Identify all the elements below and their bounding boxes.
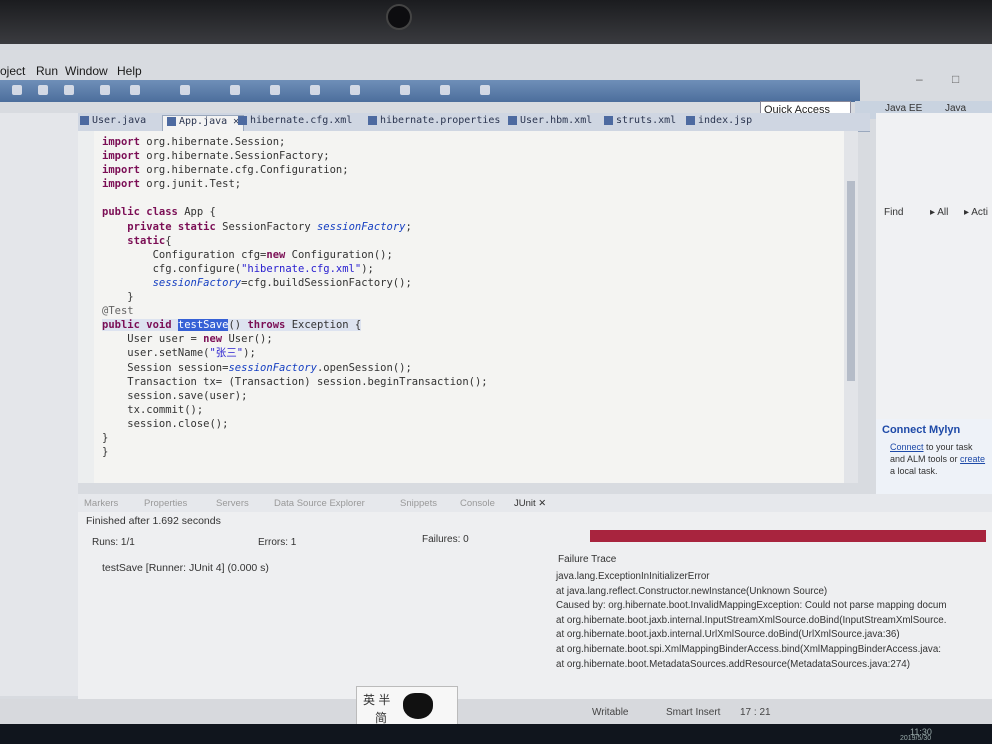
status-writable: Writable (592, 707, 629, 718)
tab-junit[interactable]: JUnit ✕ (514, 498, 546, 509)
source-code[interactable]: import org.hibernate.Session; import org… (102, 135, 488, 459)
windows-taskbar: 11:30 2019/5/30 (0, 724, 992, 744)
tab-hibernate-properties[interactable]: hibernate.properties (368, 115, 500, 130)
editor-tab-bar: User.java App.java ✕ hibernate.cfg.xml h… (78, 113, 870, 132)
main-toolbar (0, 80, 860, 102)
monitor-bezel (0, 0, 992, 44)
connect-link[interactable]: Connect (890, 442, 924, 452)
menu-help[interactable]: Help (117, 64, 142, 78)
xml-file-icon (238, 115, 247, 125)
junit-runs: Runs: 1/1 (92, 537, 135, 548)
scrollbar-thumb[interactable] (847, 181, 855, 381)
xml-file-icon (508, 115, 517, 125)
menu-bar: oject Run Window Help (0, 58, 992, 80)
tab-data-source-explorer[interactable]: Data Source Explorer (274, 498, 365, 509)
filter-activations[interactable]: ▸ Acti (964, 207, 988, 218)
jsp-file-icon (686, 115, 695, 125)
java-file-icon (80, 115, 89, 125)
external-tools-icon[interactable] (64, 85, 74, 95)
tab-index-jsp[interactable]: index.jsp (686, 115, 752, 130)
menu-window[interactable]: Window (65, 64, 108, 78)
prev-annotation-icon[interactable] (350, 85, 360, 95)
trace-line: at org.hibernate.boot.jaxb.internal.UrlX… (556, 629, 900, 641)
mylyn-body: Connect to your task and ALM tools or cr… (890, 442, 986, 476)
test-case-row[interactable]: testSave [Runner: JUnit 4] (0.000 s) (102, 562, 269, 574)
mylyn-panel: Connect Mylyn Connect to your task and A… (876, 419, 992, 499)
junit-panel: Finished after 1.692 seconds Runs: 1/1 E… (78, 512, 992, 712)
menu-run[interactable]: Run (36, 64, 58, 78)
bottom-panel-tabs: Markers Properties Servers Data Source E… (78, 494, 992, 512)
new-server-icon[interactable] (100, 85, 110, 95)
tab-user-hbm-xml[interactable]: User.hbm.xml (508, 115, 592, 130)
back-icon[interactable] (400, 85, 410, 95)
trace-line: at java.lang.reflect.Constructor.newInst… (556, 585, 828, 597)
next-annotation-icon[interactable] (310, 85, 320, 95)
trace-line: at org.hibernate.boot.jaxb.internal.Inpu… (556, 614, 947, 626)
java-file-icon (167, 116, 176, 126)
minimize-button[interactable]: – (916, 72, 923, 86)
status-bar: Writable Smart Insert 17 : 21 (0, 699, 992, 724)
trace-line: java.lang.ExceptionInInitializerError (556, 571, 710, 582)
tab-hibernate-cfg-xml[interactable]: hibernate.cfg.xml (238, 115, 352, 130)
debug-icon[interactable] (12, 85, 22, 95)
junit-errors: Errors: 1 (258, 537, 297, 548)
tab-user-java[interactable]: User.java (80, 115, 146, 130)
failure-trace[interactable]: java.lang.ExceptionInInitializerError at… (556, 570, 947, 672)
tab-servers[interactable]: Servers (216, 498, 249, 509)
pin-icon[interactable] (480, 85, 490, 95)
maximize-button[interactable]: □ (952, 72, 959, 86)
create-link[interactable]: create (960, 454, 985, 464)
selected-method-name: testSave (177, 319, 229, 332)
tab-console[interactable]: Console (460, 498, 495, 509)
tab-snippets[interactable]: Snippets (400, 498, 437, 509)
failure-trace-title: Failure Trace (558, 554, 617, 565)
webcam (386, 4, 412, 30)
toggle-mark-icon[interactable] (270, 85, 280, 95)
junit-finished-text: Finished after 1.692 seconds (86, 515, 221, 527)
code-editor[interactable]: import org.hibernate.Session; import org… (78, 131, 844, 483)
forward-icon[interactable] (440, 85, 450, 95)
editor-ruler (78, 131, 94, 483)
junit-failures: Failures: 0 (422, 534, 469, 545)
ime-mascot-icon (403, 693, 433, 719)
properties-file-icon (368, 115, 377, 125)
junit-progress-bar (590, 530, 986, 542)
ime-simplified[interactable]: 简 (375, 709, 387, 724)
open-type-icon[interactable] (180, 85, 190, 95)
menu-project[interactable]: oject (0, 64, 25, 78)
status-cursor-position: 17 : 21 (740, 707, 771, 718)
editor-scrollbar[interactable] (844, 131, 858, 483)
tab-properties[interactable]: Properties (144, 498, 187, 509)
search-icon[interactable] (230, 85, 240, 95)
xml-file-icon (604, 115, 613, 125)
status-insert-mode: Smart Insert (666, 707, 721, 718)
eclipse-window: oject Run Window Help – □ Quick Access J… (0, 44, 992, 724)
filter-all[interactable]: ▸ All (930, 207, 948, 218)
tab-struts-xml[interactable]: struts.xml (604, 115, 676, 130)
ime-mode[interactable]: 英 半 (363, 691, 390, 708)
tab-markers[interactable]: Markers (84, 498, 118, 509)
ime-toolbar[interactable]: 英 半 简 (356, 686, 458, 724)
taskbar-date[interactable]: 2019/5/30 (900, 735, 931, 742)
package-explorer-pane (0, 113, 78, 696)
run-icon[interactable] (38, 85, 48, 95)
find-field[interactable]: Find (884, 207, 903, 218)
trace-line: at org.hibernate.boot.MetadataSources.ad… (556, 658, 910, 670)
tab-app-java[interactable]: App.java ✕ (162, 115, 245, 131)
mylyn-title: Connect Mylyn (882, 424, 961, 436)
trace-line: at org.hibernate.boot.spi.XmlMappingBind… (556, 643, 942, 655)
trace-line: Caused by: org.hibernate.boot.InvalidMap… (556, 600, 947, 612)
new-wizard-icon[interactable] (130, 85, 140, 95)
